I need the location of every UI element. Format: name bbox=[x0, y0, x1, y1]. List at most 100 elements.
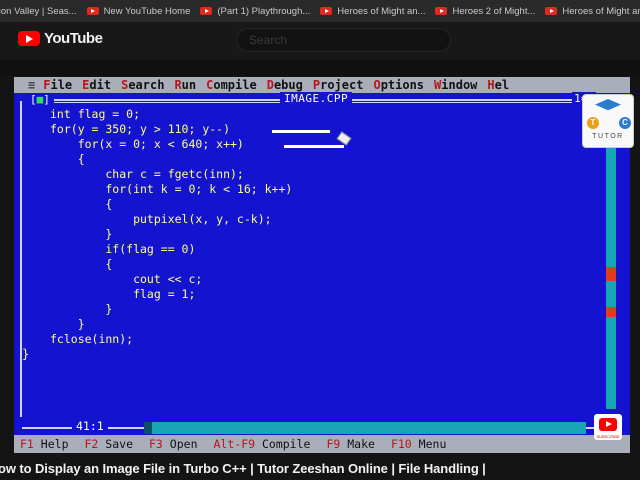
file-name: IMAGE.CPP bbox=[280, 92, 353, 105]
menu-label: ile bbox=[50, 78, 73, 92]
code-line: { bbox=[50, 197, 113, 211]
logo-word: TUTOR bbox=[592, 133, 624, 140]
bookmark-label: icon Valley | Seas... bbox=[0, 5, 77, 17]
menu-hotkey: H bbox=[487, 78, 495, 92]
function-key[interactable]: F10 Menu bbox=[391, 437, 446, 451]
code-line: for(int k = 0; k < 16; k++) bbox=[50, 182, 293, 196]
close-box-icon: ■ bbox=[36, 93, 44, 106]
youtube-favicon-icon bbox=[435, 7, 448, 15]
bookmark-item[interactable]: New YouTube Home bbox=[86, 5, 191, 17]
code-line: { bbox=[50, 152, 85, 166]
turbo-cpp-screen: ≡ File Edit Search Run Compile Debug Project Op… bbox=[14, 77, 630, 453]
code-editor[interactable]: int flag = 0; for(y = 350; y > 110; y--) … bbox=[50, 107, 292, 347]
youtube-play-icon bbox=[18, 31, 40, 46]
video-title: ow to Display an Image File in Turbo C++… bbox=[0, 461, 486, 476]
menu-label: ptions bbox=[380, 78, 425, 92]
bookmark-item[interactable]: Heroes of Might an... bbox=[320, 6, 425, 17]
search-input[interactable]: Search bbox=[236, 28, 451, 52]
bookmarks-bar: icon Valley | Seas... New YouTube Home (Pa… bbox=[0, 0, 640, 22]
code-line: cout << c; bbox=[50, 272, 203, 286]
function-key-label: Open bbox=[169, 437, 198, 451]
bookmark-item[interactable]: Heroes 2 of Might... bbox=[435, 6, 535, 17]
code-line: if(flag == 0) bbox=[50, 242, 196, 256]
logo-letter-t: T bbox=[587, 117, 599, 129]
code-line: int flag = 0; bbox=[50, 107, 141, 121]
menu-item[interactable]: Project bbox=[313, 78, 364, 92]
code-line: char c = fgetc(inn); bbox=[50, 167, 244, 181]
youtube-logo-text: YouTube bbox=[44, 30, 103, 47]
code-line: for(x = 0; x < 640; x++) bbox=[50, 137, 244, 151]
function-key-label: Compile bbox=[261, 437, 311, 451]
menu-item[interactable]: Window bbox=[434, 78, 477, 92]
menu-label: ompile bbox=[213, 78, 257, 92]
function-key-bar: F1 Help F2 Save F3 Open Alt-F9 Compile F9 Ma… bbox=[14, 435, 630, 453]
logo-letters: T C bbox=[587, 117, 631, 129]
function-key-code: F9 bbox=[326, 437, 341, 451]
menu-item[interactable]: Options bbox=[373, 78, 424, 92]
menu-label: dit bbox=[89, 78, 112, 92]
function-key[interactable]: Alt-F9 Compile bbox=[214, 437, 311, 451]
youtube-logo[interactable]: YouTube bbox=[18, 30, 103, 47]
menu-item[interactable]: Hel bbox=[487, 78, 509, 92]
function-key-code: F1 bbox=[20, 437, 34, 451]
menu-label: el bbox=[494, 78, 510, 92]
ide-menu-bar: ≡ File Edit Search Run Compile Debug Project Op… bbox=[14, 77, 630, 93]
function-key-code: Alt-F9 bbox=[213, 437, 256, 451]
function-key-code: F3 bbox=[149, 437, 163, 451]
menu-item[interactable]: Compile bbox=[206, 78, 257, 92]
channel-logo: T C TUTOR bbox=[582, 94, 634, 148]
system-menu-icon[interactable]: ≡ bbox=[28, 78, 35, 92]
bookmark-item[interactable]: (Part 1) Playthrough... bbox=[200, 6, 310, 17]
subscribe-play-icon bbox=[599, 418, 617, 431]
youtube-favicon-icon bbox=[545, 7, 558, 15]
menu-item[interactable]: Search bbox=[121, 78, 164, 92]
function-key[interactable]: F3 Open bbox=[149, 437, 198, 451]
closing-brace: } bbox=[22, 347, 30, 361]
function-key-label: Menu bbox=[418, 437, 447, 451]
code-line: for(y = 350; y > 110; y--) bbox=[50, 122, 231, 136]
code-line: fclose(inn); bbox=[50, 332, 134, 346]
youtube-header: YouTube Search bbox=[0, 22, 640, 60]
function-key-code: F10 bbox=[390, 437, 412, 451]
graduation-cap-icon bbox=[595, 99, 621, 111]
menu-hotkey: P bbox=[312, 78, 321, 92]
bookmark-item[interactable]: icon Valley | Seas... bbox=[0, 6, 77, 17]
subscribe-badge[interactable]: SUBSCRIBE bbox=[594, 414, 622, 440]
function-key[interactable]: F1 Help bbox=[20, 437, 69, 451]
editor-title-bar: [■] IMAGE.CPP 1=[ bbox=[14, 92, 630, 107]
bookmark-label: (Part 1) Playthrough... bbox=[217, 5, 311, 17]
bookmark-label: New YouTube Home bbox=[103, 5, 191, 17]
bookmark-label: Heroes of Might an bbox=[562, 5, 640, 17]
bookmark-label: Heroes of Might an... bbox=[337, 5, 426, 17]
bookmark-item[interactable]: Heroes of Might an bbox=[545, 6, 640, 17]
code-line: } bbox=[50, 227, 113, 241]
code-line: } bbox=[50, 317, 85, 331]
cursor-position: 41:1 bbox=[72, 419, 108, 433]
menu-label: ebug bbox=[273, 78, 303, 92]
menu-item[interactable]: Run bbox=[174, 78, 196, 92]
menu-item[interactable]: Debug bbox=[267, 78, 303, 92]
function-key-code: F2 bbox=[84, 437, 99, 451]
scroll-thumb[interactable] bbox=[606, 267, 616, 281]
function-key[interactable]: F9 Make bbox=[326, 437, 375, 451]
logo-letter-c: C bbox=[619, 117, 631, 129]
menu-label: earch bbox=[128, 78, 165, 92]
horizontal-scrollbar[interactable] bbox=[144, 422, 586, 434]
code-line: flag = 1; bbox=[50, 287, 196, 301]
code-line: putpixel(x, y, c-k); bbox=[50, 212, 272, 226]
youtube-favicon-icon bbox=[86, 7, 99, 15]
bookmark-label: Heroes 2 of Might... bbox=[452, 5, 536, 17]
menu-item[interactable]: File bbox=[43, 78, 72, 92]
function-key-label: Make bbox=[347, 437, 375, 451]
vertical-scrollbar[interactable] bbox=[606, 117, 616, 409]
annotation-line-1 bbox=[272, 130, 330, 133]
close-box[interactable]: [■] bbox=[28, 93, 52, 106]
function-key[interactable]: F2 Save bbox=[85, 437, 134, 451]
function-key-label: Save bbox=[105, 437, 133, 451]
menu-item[interactable]: Edit bbox=[82, 78, 111, 92]
hscroll-thumb[interactable] bbox=[144, 422, 152, 434]
menu-label: un bbox=[181, 78, 197, 92]
function-key-label: Help bbox=[40, 437, 69, 451]
editor-left-border bbox=[20, 101, 25, 417]
menu-label: indow bbox=[441, 78, 478, 92]
